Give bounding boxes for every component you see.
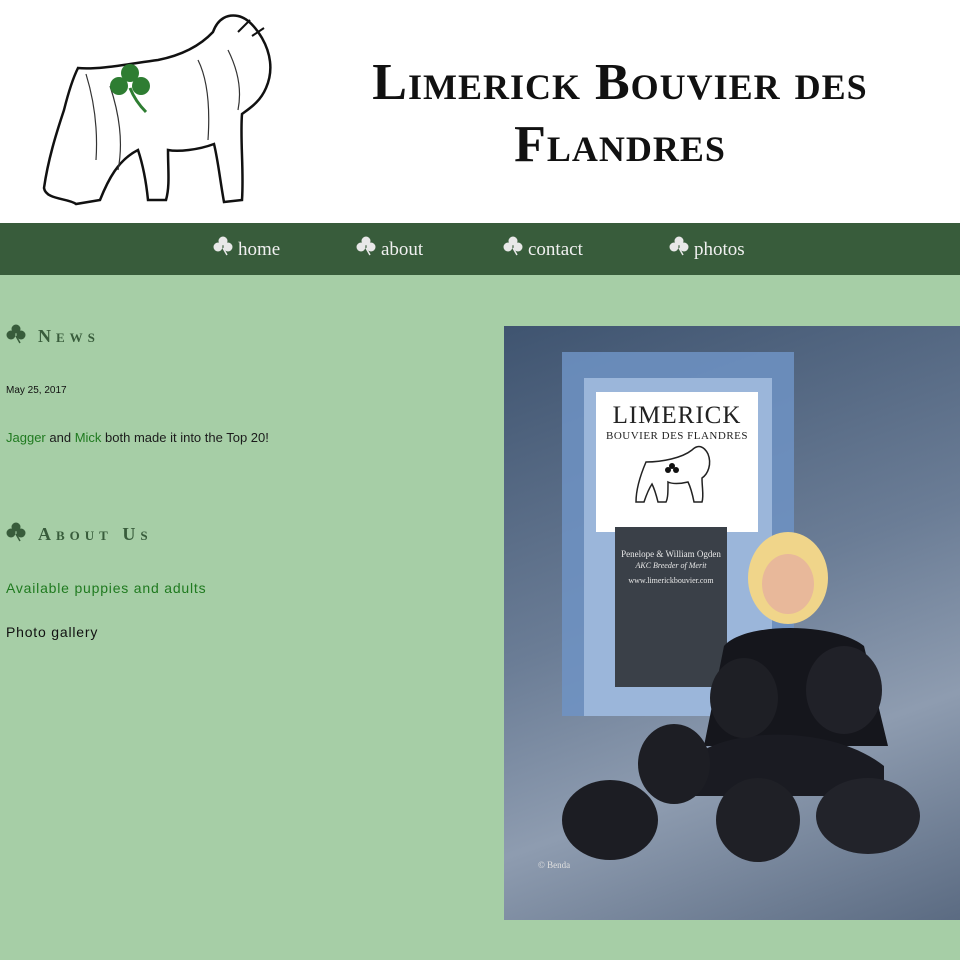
site-title-line1: Limerick Bouvier des xyxy=(372,54,868,111)
main-nav: home about contact photos xyxy=(0,223,960,275)
nav-about[interactable]: about xyxy=(356,235,423,265)
nav-contact[interactable]: contact xyxy=(503,235,583,265)
jagger-link[interactable]: Jagger xyxy=(6,430,46,445)
photo-gallery-link[interactable]: Photo gallery xyxy=(6,624,98,640)
photo-people-puppies xyxy=(562,532,920,862)
shamrock-icon xyxy=(503,236,523,256)
about-heading: About Us xyxy=(6,522,153,545)
nav-about-label: about xyxy=(381,239,424,260)
shamrock-icon xyxy=(213,236,233,256)
mick-link[interactable]: Mick xyxy=(75,430,102,445)
news-heading-label: News xyxy=(38,326,100,346)
site-title-line2: Flandres xyxy=(514,116,726,173)
site-title: Limerick Bouvier des Flandres xyxy=(300,52,940,176)
nav-home[interactable]: home xyxy=(213,235,280,265)
news-item: Jagger and Mick both made it into the To… xyxy=(6,430,269,445)
shamrock-icon xyxy=(356,236,376,256)
photo-credit: © Benda xyxy=(538,860,571,870)
bouvier-dog-logo[interactable] xyxy=(38,10,278,210)
nav-photos[interactable]: photos xyxy=(669,235,745,265)
nav-photos-label: photos xyxy=(694,239,745,260)
site-header: Limerick Bouvier des Flandres xyxy=(0,0,960,223)
nav-contact-label: contact xyxy=(528,239,583,260)
about-heading-label: About Us xyxy=(38,524,153,544)
news-and: and xyxy=(49,430,72,445)
available-puppies-link[interactable]: Available puppies and adults xyxy=(6,580,206,596)
shamrock-icon xyxy=(6,324,26,343)
featured-photo: LIMERICK BOUVIER DES FLANDRES Penelope &… xyxy=(504,326,960,920)
shamrock-icon xyxy=(669,236,689,256)
news-date: May 25, 2017 xyxy=(6,385,67,396)
nav-home-label: home xyxy=(238,239,281,260)
news-heading: News xyxy=(6,324,100,347)
shamrock-icon xyxy=(6,522,26,541)
news-text-rest: both made it into the Top 20! xyxy=(105,430,269,445)
